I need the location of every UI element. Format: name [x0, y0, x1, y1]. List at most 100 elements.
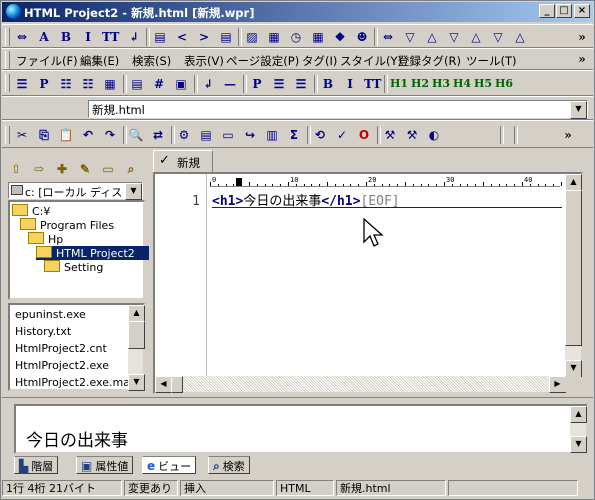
tab-search[interactable]: ⌕ 検索 [208, 456, 250, 474]
toolbar-button[interactable]: ⚙ [176, 126, 192, 144]
scroll-down-icon[interactable]: ▼ [128, 374, 145, 391]
file-list-item[interactable]: epuninst.exe [15, 308, 130, 321]
toolbar-button[interactable]: O [356, 126, 372, 144]
file-list-item[interactable]: HtmlProject2.exe [15, 359, 130, 372]
toolbar-grip[interactable] [5, 126, 10, 144]
toolbar-button[interactable]: # [151, 75, 167, 93]
toolbar-button[interactable]: ▦ [102, 75, 118, 93]
toolbar-button[interactable]: ⚒ [404, 126, 420, 144]
file-list-item[interactable]: History.txt [15, 325, 130, 338]
toolbar-overflow-button[interactable]: » [560, 126, 576, 144]
file-list[interactable]: epuninst.exe History.txt HtmlProject2.cnt H… [8, 303, 145, 391]
toolbar-button[interactable]: ☻ [354, 28, 370, 46]
chevron-down-icon[interactable]: ▼ [125, 183, 142, 200]
toolbar-button[interactable]: ↪ [242, 126, 258, 144]
toolbar-button[interactable]: — [222, 75, 238, 93]
file-list-item[interactable]: HtmlProject2.exe.mani [15, 376, 130, 389]
scroll-right-icon[interactable]: ▶ [549, 376, 566, 393]
drive-select[interactable]: c: [ローカル ディス ▼ [8, 182, 143, 200]
scroll-thumb[interactable] [128, 321, 145, 349]
menu-grip[interactable] [5, 51, 10, 69]
code-editor[interactable]: 1 0 10 20 30 40 <h1>今日の出来事</h1>[EOF] ▲ ▼ ◀ ▶ [153, 172, 583, 394]
menu-item[interactable]: ページ設定(P) [226, 53, 299, 69]
toolbar-button[interactable]: B [320, 75, 336, 93]
toolbar-button[interactable]: ↷ [102, 126, 118, 144]
toolbar-button[interactable]: P [36, 75, 52, 93]
toolbar-button[interactable]: H3 [432, 75, 450, 93]
toolbar-button[interactable]: ✂ [14, 126, 30, 144]
menu-overflow-button[interactable]: » [574, 50, 590, 68]
toolbar-button[interactable]: ⇄ [150, 126, 166, 144]
toolbar-button[interactable]: H1 [390, 75, 408, 93]
close-button[interactable]: × [574, 4, 590, 18]
toolbar-button[interactable]: ◷ [288, 28, 304, 46]
menu-item[interactable]: 登録タグ(R) [398, 53, 461, 69]
edit-icon[interactable]: ✎ [77, 160, 93, 178]
toolbar-button[interactable]: ▥ [264, 126, 280, 144]
tree-item[interactable]: Hp [28, 232, 63, 246]
toolbar-button[interactable]: ↶ [80, 126, 96, 144]
toolbar-button[interactable]: I [80, 28, 96, 46]
tree-item[interactable]: C:¥ [12, 204, 50, 218]
scroll-down-icon[interactable]: ▼ [565, 360, 582, 377]
toolbar-button[interactable]: △ [468, 28, 484, 46]
folder-tree[interactable]: C:¥ Program Files Hp HTML Project2 Setting [8, 200, 149, 300]
toolbar-button[interactable]: ▭ [220, 126, 236, 144]
toolbar-button[interactable]: A [36, 28, 52, 46]
toolbar-button[interactable]: ⇔ [380, 28, 396, 46]
tree-item[interactable]: Setting [44, 260, 103, 274]
scroll-up-icon[interactable]: ▲ [565, 174, 582, 191]
scroll-up-icon[interactable]: ▲ [128, 305, 145, 322]
toolbar-button[interactable]: ✓ [334, 126, 350, 144]
toolbar-button[interactable]: ▤ [152, 28, 168, 46]
new-folder-icon[interactable]: ✚ [54, 160, 70, 178]
toolbar-button[interactable]: TT [102, 28, 119, 46]
file-combo[interactable]: 新規.html ▼ [88, 100, 588, 119]
toolbar-overflow-button[interactable]: » [574, 28, 590, 46]
toolbar-button[interactable]: ☰ [271, 75, 287, 93]
toolbar-button[interactable]: ⎘ [36, 126, 52, 144]
toolbar-button[interactable]: 🔍 [128, 126, 144, 144]
toolbar-button[interactable]: ▦ [266, 28, 282, 46]
tree-item[interactable]: Program Files [20, 218, 114, 232]
editor-hscrollbar[interactable]: ◀ ▶ [155, 376, 566, 393]
scroll-left-icon[interactable]: ◀ [155, 376, 172, 393]
toolbar-button[interactable]: ▽ [490, 28, 506, 46]
tab-hierarchy[interactable]: ▙ 階層 [14, 456, 59, 474]
toolbar-button[interactable]: ▤ [218, 28, 234, 46]
menu-item[interactable]: スタイル(Y) [340, 53, 402, 69]
toolbar-button[interactable]: ↲ [126, 28, 142, 46]
toolbar-button[interactable]: < [174, 28, 190, 46]
toolbar-button[interactable]: ▽ [446, 28, 462, 46]
toolbar-button[interactable]: ⟲ [312, 126, 328, 144]
toolbar-button[interactable]: Σ [286, 126, 302, 144]
toolbar-button[interactable]: ↲ [200, 75, 216, 93]
toolbar-button[interactable]: △ [512, 28, 528, 46]
menu-item[interactable]: タグ(I) [302, 53, 337, 69]
scroll-thumb[interactable] [171, 376, 183, 393]
title-bar[interactable]: HTML Project2 - 新規.html [新規.wpr] [2, 2, 593, 22]
file-list-scrollbar[interactable]: ▲ ▼ [128, 305, 145, 391]
toolbar-button[interactable]: B [58, 28, 74, 46]
toolbar-button[interactable]: ▽ [402, 28, 418, 46]
search-icon[interactable]: ⌕ [123, 160, 139, 178]
toolbar-button[interactable]: ☰ [14, 75, 30, 93]
menu-item[interactable]: ツール(T) [466, 53, 517, 69]
toolbar-button[interactable]: > [196, 28, 212, 46]
toolbar-button[interactable]: 📋 [58, 126, 74, 144]
toolbar-button[interactable]: H2 [411, 75, 429, 93]
toolbar-button[interactable]: H4 [453, 75, 471, 93]
tab-attribute[interactable]: ▣ 属性値 [76, 456, 134, 474]
editor-vscrollbar[interactable]: ▲ ▼ [565, 174, 582, 377]
toolbar-button[interactable]: ◐ [426, 126, 442, 144]
toolbar-button[interactable]: TT [364, 75, 381, 93]
toolbar-button[interactable]: ☷ [80, 75, 96, 93]
toolbar-button[interactable]: ⇔ [14, 28, 30, 46]
toolbar-button[interactable]: H5 [474, 75, 492, 93]
toolbar-button[interactable]: P [249, 75, 265, 93]
toolbar-button[interactable]: ▤ [129, 75, 145, 93]
toolbar-button[interactable]: ▣ [173, 75, 189, 93]
toolbar-grip[interactable] [5, 28, 10, 46]
file-list-item[interactable]: HtmlProject2.cnt [15, 342, 130, 355]
toolbar-button[interactable]: ⚒ [382, 126, 398, 144]
